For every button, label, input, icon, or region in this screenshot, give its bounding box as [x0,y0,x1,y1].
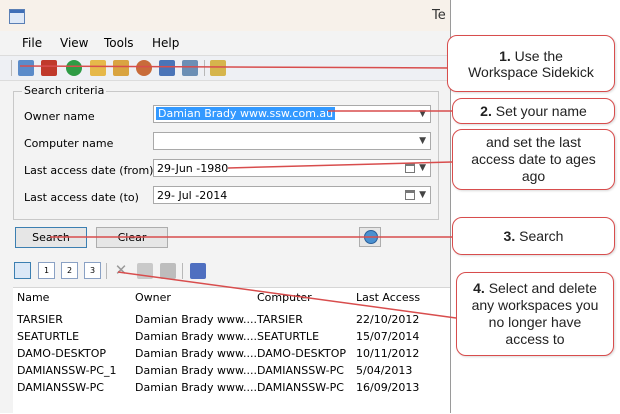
callout-4-line-2: any workspaces you [471,297,599,313]
callout-step-4: 4. Select and delete any workspaces you … [456,272,614,356]
connector-line-1 [19,65,451,69]
callout-1-text-a: Use the [514,47,563,64]
callout-step-1: 1. Use the Workspace Sidekick [447,35,615,92]
callout-3-number: 3. [503,228,516,244]
connector-line-2b [227,161,453,169]
callout-step-2: 2. Set your name [452,98,615,124]
callout-4-line-1: Select and delete [488,280,597,296]
callout-2b-line-2: access date to ages [471,151,596,167]
callout-1-number: 1. [499,47,511,64]
callout-4-number: 4. [473,280,485,296]
callout-2-number: 2. [480,103,492,119]
callout-step-2b: and set the last access date to ages ago [452,129,615,190]
callout-1-text-b: Workspace Sidekick [468,63,594,80]
callout-4-line-3: no longer have [488,314,582,330]
callout-3-text: Search [519,228,564,244]
callout-2b-line-3: ago [521,168,546,184]
callout-2b-line-1: and set the last [486,134,581,150]
callout-2-text: Set your name [495,103,587,119]
callout-step-3: 3. Search [452,217,615,255]
callout-4-line-4: access to [505,331,565,347]
connector-line-4 [117,271,457,319]
